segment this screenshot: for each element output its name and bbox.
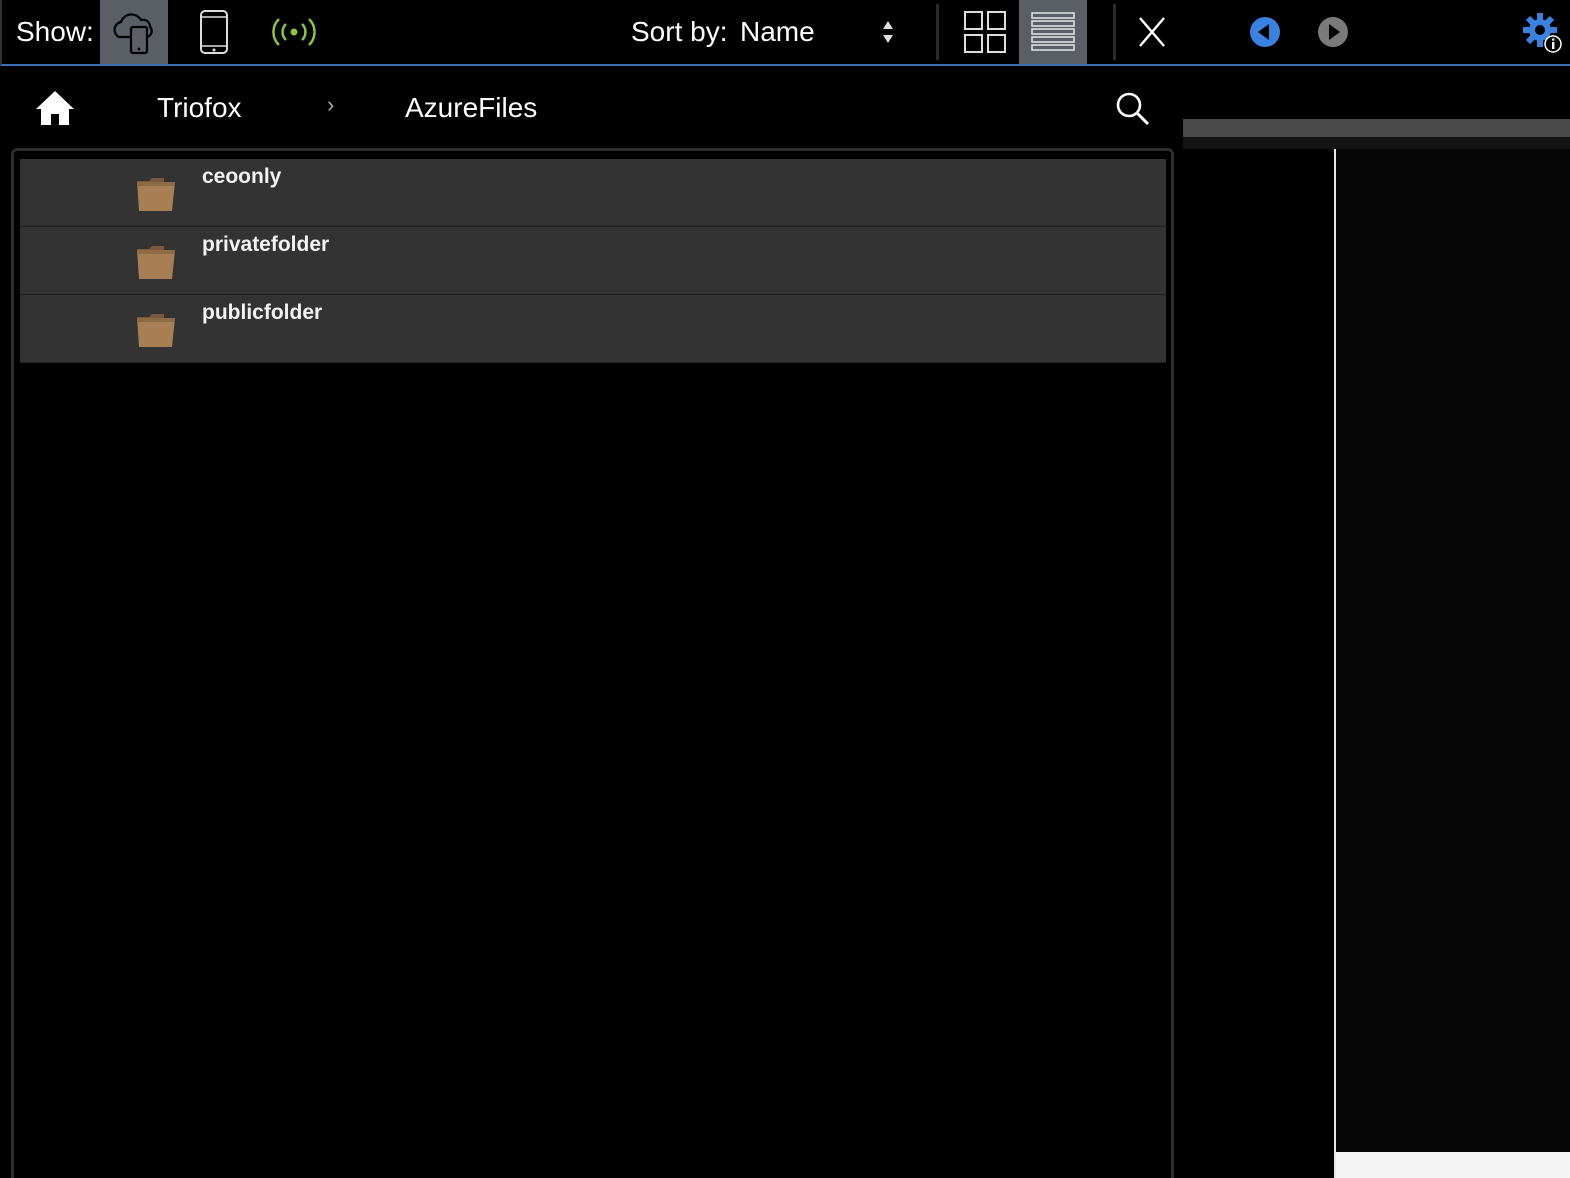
list-item[interactable]: privatefolder	[20, 227, 1166, 295]
breadcrumb-item-azurefiles[interactable]: AzureFiles	[405, 90, 537, 126]
back-arrow-icon	[1250, 17, 1280, 47]
back-button[interactable]	[1238, 0, 1292, 64]
folder-icon	[137, 246, 175, 279]
home-button[interactable]	[32, 86, 78, 130]
close-icon	[1139, 17, 1165, 47]
list-view-button[interactable]	[1019, 0, 1087, 64]
forward-button[interactable]	[1306, 0, 1360, 64]
folder-icon	[137, 314, 175, 347]
settings-button[interactable]	[1512, 0, 1570, 64]
tablet-icon	[200, 10, 228, 54]
sort-by-label: Sort by:	[631, 16, 728, 47]
breadcrumb-item-triofox[interactable]: Triofox	[157, 90, 242, 126]
search-icon	[1116, 92, 1150, 126]
sort-by-select[interactable]: Name	[740, 14, 815, 50]
forward-arrow-icon	[1318, 17, 1348, 47]
breadcrumb: Triofox › AzureFiles	[2, 66, 1182, 148]
show-cloud-button[interactable]	[100, 0, 168, 64]
list-item[interactable]: publicfolder	[20, 295, 1166, 363]
breadcrumb-separator: ›	[327, 92, 335, 117]
file-name: privatefolder	[202, 233, 330, 256]
preview-header-shadow	[1183, 137, 1570, 149]
preview-pane	[1334, 149, 1570, 1178]
show-label: Show:	[16, 16, 94, 47]
toolbar-divider	[1113, 4, 1116, 60]
sort-stepper-icon[interactable]	[876, 14, 900, 50]
show-network-button[interactable]	[258, 0, 330, 64]
wireless-signal-icon	[272, 18, 316, 46]
toolbar-divider	[936, 4, 939, 60]
file-name: ceoonly	[202, 165, 282, 188]
file-name: publicfolder	[202, 301, 323, 324]
gear-info-icon	[1523, 13, 1562, 53]
cloud-device-icon	[113, 13, 153, 55]
list-item[interactable]: ceoonly	[20, 159, 1166, 227]
file-list-panel: ceoonly privatefolder publicfolder	[11, 148, 1174, 1178]
show-device-button[interactable]	[180, 0, 248, 64]
list-view-icon	[1031, 12, 1075, 51]
preview-footer	[1336, 1152, 1570, 1178]
grid-view-icon	[964, 11, 1006, 53]
search-button[interactable]	[1110, 86, 1156, 132]
folder-icon	[137, 178, 175, 211]
file-list: ceoonly privatefolder publicfolder	[20, 159, 1166, 363]
grid-view-button[interactable]	[952, 0, 1018, 64]
close-button[interactable]	[1122, 0, 1182, 64]
top-toolbar: Show: Sort by: Name	[0, 0, 1570, 66]
preview-header-bar	[1183, 119, 1570, 137]
home-icon	[36, 91, 74, 125]
